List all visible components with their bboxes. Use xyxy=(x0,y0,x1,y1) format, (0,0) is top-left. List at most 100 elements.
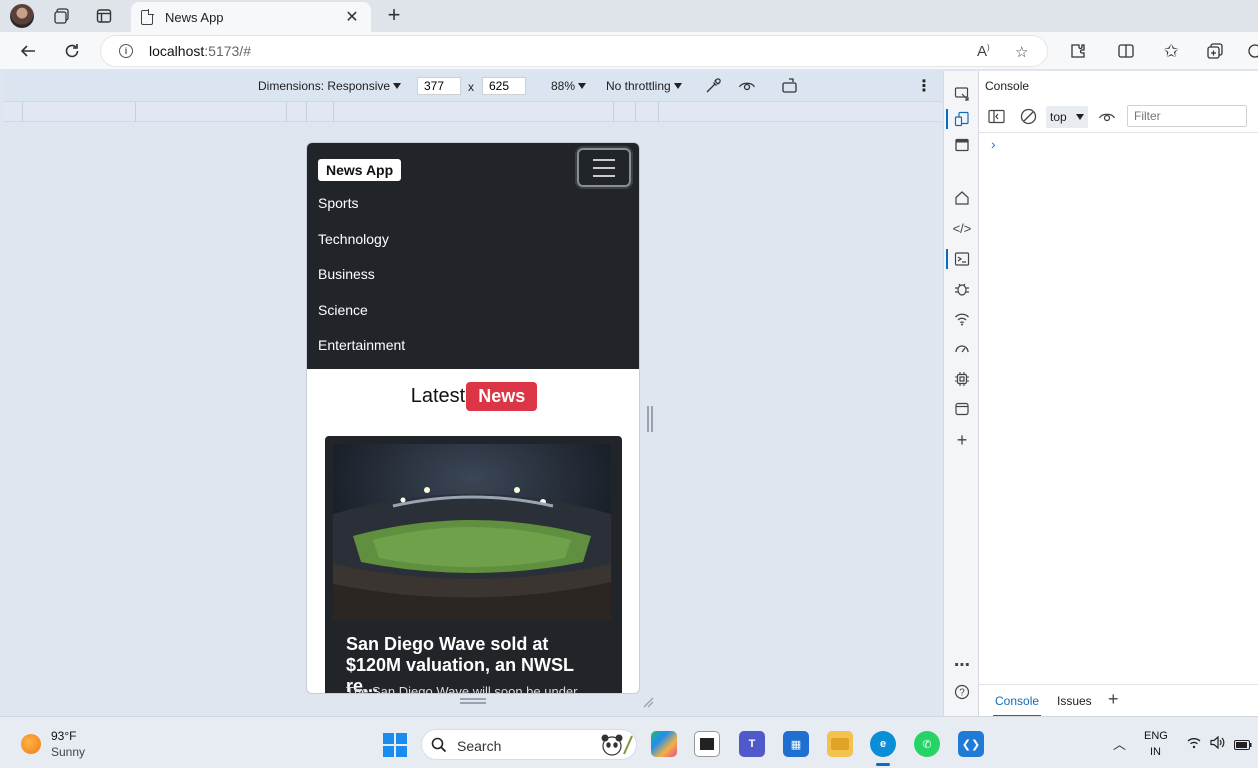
terminal-app-icon[interactable] xyxy=(694,731,720,757)
more-tools-plus-icon[interactable]: + xyxy=(952,430,972,450)
dimension-separator: x xyxy=(468,80,474,94)
copilot-icon[interactable] xyxy=(1244,40,1258,62)
network-wifi-icon[interactable] xyxy=(952,309,972,329)
teams-app-icon[interactable]: T xyxy=(739,731,765,757)
search-label: Search xyxy=(457,738,502,754)
hamburger-menu-icon[interactable] xyxy=(577,148,631,187)
device-screen: News App Sports Technology Business Scie… xyxy=(306,142,640,694)
tab-title: News App xyxy=(165,9,224,25)
news-card[interactable]: San Diego Wave sold at $120M valuation, … xyxy=(325,436,622,693)
favorite-star-icon[interactable]: ☆ xyxy=(1015,43,1028,61)
memory-icon[interactable] xyxy=(952,369,972,389)
store-app-icon[interactable]: ▦ xyxy=(783,731,809,757)
split-screen-icon[interactable] xyxy=(1115,40,1137,62)
add-drawer-tab-icon[interactable]: + xyxy=(1108,689,1119,710)
inspect-element-icon[interactable] xyxy=(952,84,972,104)
url-path: :5173/# xyxy=(204,43,251,59)
throttling-dropdown[interactable]: No throttling xyxy=(606,79,682,93)
welcome-home-icon[interactable] xyxy=(952,188,972,208)
collections-icon[interactable] xyxy=(1204,40,1226,62)
extensions-icon[interactable] xyxy=(1067,40,1089,62)
resize-handle-side[interactable] xyxy=(647,406,653,432)
console-icon[interactable] xyxy=(946,249,972,269)
workspaces-icon[interactable] xyxy=(52,6,72,26)
show-hidden-icons-chevron-icon[interactable]: ︿ xyxy=(1113,734,1126,753)
vscode-app-icon[interactable]: ❮❯ xyxy=(958,731,984,757)
media-query-ruler xyxy=(4,102,942,122)
file-explorer-icon[interactable] xyxy=(827,731,853,757)
battery-icon[interactable] xyxy=(1234,738,1252,753)
dimensions-label: Dimensions: Responsive xyxy=(258,79,391,93)
resize-handle-corner[interactable] xyxy=(642,696,654,708)
address-bar[interactable]: i localhost:5173/# A) ☆ xyxy=(100,35,1048,67)
devtools-activity-bar: </> + ⋯ ? xyxy=(943,71,979,716)
live-expression-eye-icon[interactable] xyxy=(1098,109,1116,128)
device-emulation-icon[interactable] xyxy=(946,109,972,129)
console-filter-input[interactable] xyxy=(1127,105,1247,127)
weather-condition[interactable]: Sunny xyxy=(51,745,85,759)
context-selector[interactable]: top xyxy=(1046,106,1088,128)
back-arrow-icon[interactable] xyxy=(17,40,39,62)
browser-toolbar: i localhost:5173/# A) ☆ ✩ xyxy=(0,32,1258,70)
nav-link-sports[interactable]: Sports xyxy=(318,193,405,229)
favorites-icon[interactable]: ✩ xyxy=(1160,40,1182,62)
eyedropper-icon[interactable] xyxy=(704,77,722,98)
help-icon[interactable]: ? xyxy=(952,682,972,702)
region-indicator[interactable]: IN xyxy=(1150,746,1161,758)
more-options-icon[interactable]: ⋮ xyxy=(916,76,932,96)
refresh-icon[interactable] xyxy=(61,40,83,62)
active-app-indicator xyxy=(876,763,890,766)
nav-link-science[interactable]: Science xyxy=(318,300,405,336)
copilot-app-icon[interactable] xyxy=(651,731,677,757)
weather-temperature[interactable]: 93°F xyxy=(51,729,76,743)
search-highlight-panda-icon xyxy=(592,732,634,761)
dropdown-caret-icon xyxy=(673,83,682,89)
dimensions-dropdown[interactable]: Dimensions: Responsive xyxy=(258,79,402,93)
edge-browser-icon[interactable]: e xyxy=(870,731,896,757)
window-panel-icon[interactable] xyxy=(952,135,972,155)
news-card-image[interactable] xyxy=(333,444,611,620)
volume-icon[interactable] xyxy=(1210,735,1225,752)
width-input[interactable] xyxy=(417,77,461,95)
brand-logo[interactable]: News App xyxy=(318,159,402,181)
drawer-tab-issues[interactable]: Issues xyxy=(1057,694,1092,708)
vision-deficiency-icon[interactable] xyxy=(738,77,756,98)
nav-link-business[interactable]: Business xyxy=(318,264,405,300)
whatsapp-app-icon[interactable]: ✆ xyxy=(914,731,940,757)
news-badge: News xyxy=(466,382,538,411)
wifi-icon[interactable] xyxy=(1187,737,1201,752)
console-toolbar: top xyxy=(979,101,1258,133)
application-icon[interactable] xyxy=(952,399,972,419)
nav-link-entertainment[interactable]: Entertainment xyxy=(318,335,405,371)
rotate-icon[interactable] xyxy=(781,77,799,98)
drawer-tab-console[interactable]: Console xyxy=(992,694,1042,717)
heading-latest: Latest xyxy=(410,385,466,407)
new-tab-button[interactable]: + xyxy=(382,4,406,26)
toggle-sidebar-icon[interactable] xyxy=(988,109,1005,127)
tab-actions-icon[interactable] xyxy=(94,6,114,26)
resize-handle-bottom[interactable] xyxy=(460,698,486,704)
taskbar-search-box[interactable]: Search xyxy=(421,729,637,760)
performance-icon[interactable] xyxy=(952,339,972,359)
clear-console-icon[interactable] xyxy=(1020,108,1037,128)
sources-bug-icon[interactable] xyxy=(952,279,972,299)
more-actions-icon[interactable]: ⋯ xyxy=(952,655,972,675)
nav-link-technology[interactable]: Technology xyxy=(318,229,405,265)
elements-icon[interactable]: </> xyxy=(952,218,972,238)
devtools-console-panel: Console top › Console Issues + xyxy=(979,71,1258,717)
url-host: localhost xyxy=(149,43,205,59)
windows-start-icon[interactable] xyxy=(383,733,407,760)
page-heading: Latest News xyxy=(307,382,639,411)
devtools-drawer-tabs: Console Issues + xyxy=(979,684,1258,717)
site-info-icon[interactable]: i xyxy=(119,44,133,58)
read-aloud-icon[interactable]: A) xyxy=(977,43,990,60)
console-prompt-chevron-icon[interactable]: › xyxy=(991,136,996,152)
height-input[interactable] xyxy=(482,77,526,95)
language-indicator[interactable]: ENG xyxy=(1144,730,1168,742)
weather-sun-icon[interactable] xyxy=(21,734,41,754)
close-tab-icon[interactable]: ✕ xyxy=(343,7,361,27)
profile-avatar[interactable] xyxy=(10,4,34,28)
zoom-dropdown[interactable]: 88% xyxy=(551,79,587,93)
devtools-panel-title: Console xyxy=(985,79,1030,93)
browser-tab-news-app[interactable]: News App ✕ xyxy=(131,2,371,32)
